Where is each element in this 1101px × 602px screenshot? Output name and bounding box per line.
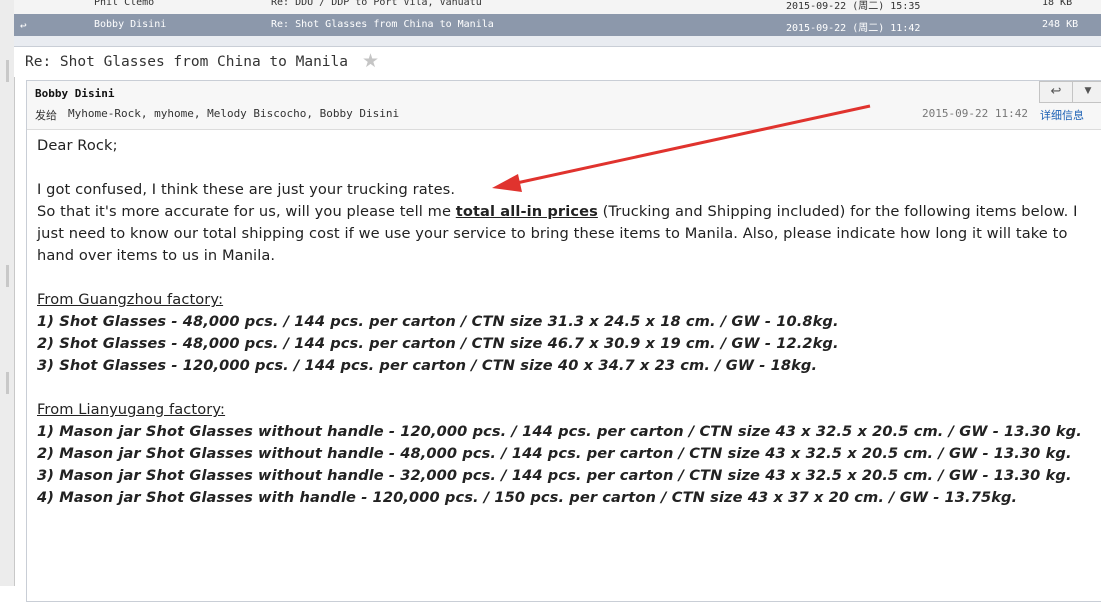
- message-date: 2015-09-22 11:42: [922, 107, 1028, 120]
- section-heading: From Lianyugang factory:: [37, 401, 226, 418]
- subject-bar: Re: Shot Glasses from China to Manila ★: [14, 47, 1101, 77]
- to-prefix: 发给: [35, 109, 57, 122]
- sender-name[interactable]: Bobby Disini: [35, 87, 114, 100]
- list-item: 1) Mason jar Shot Glasses without handle…: [37, 423, 1082, 440]
- message-list-row[interactable]: Phil Clemo Re: DDU / DDP to Port Vila, V…: [14, 0, 1101, 15]
- row-size: 248 KB: [1042, 19, 1079, 30]
- message-subject: Re: Shot Glasses from China to Manila: [25, 54, 349, 70]
- message-header: Bobby Disini 发给 Myhome-Rock, myhome, Mel…: [27, 81, 1101, 130]
- body-line: I got confused, I think these are just y…: [37, 181, 456, 198]
- row-subject: Re: Shot Glasses from China to Manila: [271, 19, 494, 30]
- list-item: 4) Mason jar Shot Glasses with handle - …: [37, 489, 1018, 506]
- reply-button[interactable]: ↩: [1039, 81, 1073, 103]
- pane-divider[interactable]: [14, 36, 1101, 47]
- row-subject: Re: DDU / DDP to Port Vila, Vanuatu: [271, 0, 482, 8]
- list-item: 2) Mason jar Shot Glasses without handle…: [37, 445, 1072, 462]
- splitter-mark: [6, 60, 9, 82]
- list-item: 1) Shot Glasses - 48,000 pcs. / 144 pcs.…: [37, 313, 839, 330]
- more-actions-button[interactable]: ▼: [1072, 81, 1101, 103]
- row-date: 2015-09-22 (周二) 11:42: [786, 23, 921, 34]
- list-item: 2) Shot Glasses - 48,000 pcs. / 144 pcs.…: [37, 335, 839, 352]
- replied-icon: ↩: [20, 19, 27, 32]
- recipients[interactable]: Myhome-Rock, myhome, Melody Biscocho, Bo…: [68, 107, 399, 120]
- message-view: Bobby Disini 发给 Myhome-Rock, myhome, Mel…: [26, 80, 1101, 602]
- section-heading: From Guangzhou factory:: [37, 291, 224, 308]
- paragraph-text: So that it's more accurate for us, will …: [37, 203, 456, 220]
- list-item: 3) Shot Glasses - 120,000 pcs. / 144 pcs…: [37, 357, 818, 374]
- details-link[interactable]: 详细信息: [1040, 107, 1084, 123]
- row-from: Phil Clemo: [94, 0, 155, 8]
- row-from: Bobby Disini: [94, 19, 167, 30]
- splitter-mark: [6, 372, 9, 394]
- star-icon[interactable]: ★: [362, 50, 379, 72]
- highlight-text: total all-in prices: [455, 203, 598, 220]
- row-size: 18 KB: [1042, 0, 1073, 8]
- message-body: Dear Rock; I got confused, I think these…: [37, 135, 1087, 509]
- message-list-row-selected[interactable]: ↩ Bobby Disini Re: Shot Glasses from Chi…: [14, 14, 1101, 36]
- row-date: 2015-09-22 (周二) 15:35: [786, 1, 921, 12]
- list-item: 3) Mason jar Shot Glasses without handle…: [37, 467, 1072, 484]
- left-pane-edge: [0, 0, 15, 586]
- splitter-mark: [6, 265, 9, 287]
- reply-arrow-icon: ↩: [1050, 84, 1062, 99]
- chevron-down-icon: ▼: [1084, 86, 1092, 96]
- body-paragraph: So that it's more accurate for us, will …: [37, 201, 1087, 267]
- greeting: Dear Rock;: [37, 137, 118, 154]
